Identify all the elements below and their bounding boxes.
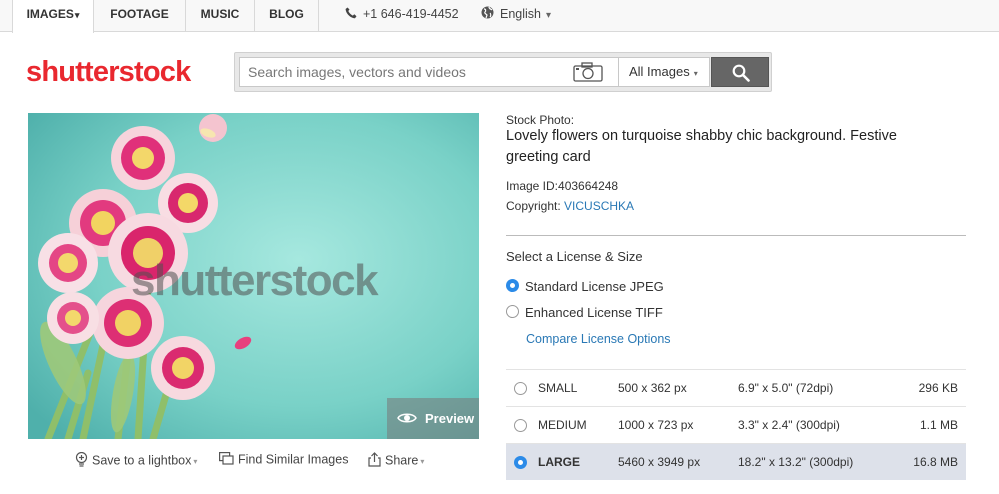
image-type-label: All Images [629,64,690,79]
chevron-down-icon: ▾ [693,69,698,78]
tab-images[interactable]: IMAGES▾ [12,0,94,33]
tab-blog[interactable]: BLOG [255,0,319,32]
size-radio[interactable] [514,456,527,469]
globe-icon [481,1,494,29]
search-icon [732,64,750,82]
tab-blog-label: BLOG [269,7,304,21]
size-filesize: 16.8 MB [913,455,958,469]
stock-photo-label: Stock Photo: [506,113,575,127]
lightbulb-plus-icon [75,451,88,470]
tab-music[interactable]: MUSIC [186,0,255,32]
share-label: Share [385,453,419,468]
find-similar-label: Find Similar Images [238,452,349,467]
preview-label: Preview [425,411,475,426]
size-row-medium[interactable]: MEDIUM 1000 x 723 px 3.3" x 2.4" (300dpi… [506,406,966,443]
chevron-down-icon: ▾ [193,457,198,467]
top-nav: IMAGES▾ FOOTAGE MUSIC BLOG +1 646-419-44… [0,0,999,33]
compare-license-link[interactable]: Compare License Options [526,332,671,346]
save-to-lightbox-label: Save to a lightbox [92,453,192,468]
size-filesize: 296 KB [918,381,958,395]
language-selector[interactable]: English ▾ [481,0,551,32]
enhanced-license-label[interactable]: Enhanced License TIFF [525,305,663,320]
preview-button[interactable]: Preview [387,398,479,439]
phone-link[interactable]: +1 646-419-4452 [345,0,459,32]
standard-license-label[interactable]: Standard License JPEG [525,279,664,294]
size-radio[interactable] [514,419,527,432]
tab-images-label: IMAGES [26,7,74,21]
phone-number: +1 646-419-4452 [363,7,459,21]
size-row-small[interactable]: SMALL 500 x 362 px 6.9" x 5.0" (72dpi) 2… [506,369,966,406]
copyright: Copyright: VICUSCHKA [506,199,634,213]
copyright-label: Copyright: [506,199,561,213]
search-button[interactable] [711,57,769,87]
size-radio[interactable] [514,382,527,395]
phone-icon [345,1,357,29]
chevron-down-icon: ▾ [546,10,552,21]
chevron-down-icon: ▾ [420,457,425,467]
share-button[interactable]: Share ▾ [368,452,424,470]
size-inches: 18.2" x 13.2" (300dpi) [738,455,854,469]
standard-license-radio[interactable] [506,279,519,292]
tab-music-label: MUSIC [200,7,240,21]
size-row-large[interactable]: LARGE 5460 x 3949 px 18.2" x 13.2" (300d… [506,443,966,480]
search-bar: All Images▾ [234,52,772,92]
size-pixels: 5460 x 3949 px [618,455,701,469]
divider [506,235,966,236]
watermark: shutterstock [131,256,379,305]
photo-title: Lovely flowers on turquoise shabby chic … [506,128,897,165]
stock-photo[interactable]: shutterstock Preview [28,113,479,439]
save-to-lightbox-button[interactable]: Save to a lightbox ▾ [75,451,198,470]
size-name: MEDIUM [538,418,587,432]
image-id: Image ID:403664248 [506,179,619,193]
size-inches: 3.3" x 2.4" (300dpi) [738,418,840,432]
chevron-down-icon: ▾ [74,10,80,20]
tab-footage[interactable]: FOOTAGE [94,0,186,32]
share-icon [368,452,381,470]
image-type-select[interactable]: All Images ▾ [618,57,710,87]
eye-icon [397,413,417,423]
size-filesize: 1.1 MB [919,418,958,432]
size-pixels: 500 x 362 px [618,381,687,395]
camera-icon[interactable] [573,62,603,85]
size-pixels: 1000 x 723 px [618,418,694,432]
find-similar-button[interactable]: Find Similar Images [219,452,348,468]
shutterstock-logo[interactable]: shutterstock [26,56,191,89]
enhanced-license-radio[interactable] [506,305,519,318]
size-name: LARGE [538,455,580,469]
license-heading: Select a License & Size [506,249,643,264]
tab-footage-label: FOOTAGE [110,7,169,21]
language-label: English [500,7,541,21]
similar-images-icon [219,452,234,468]
copyright-author-link[interactable]: VICUSCHKA [564,199,634,213]
size-name: SMALL [538,381,578,395]
size-inches: 6.9" x 5.0" (72dpi) [738,381,834,395]
